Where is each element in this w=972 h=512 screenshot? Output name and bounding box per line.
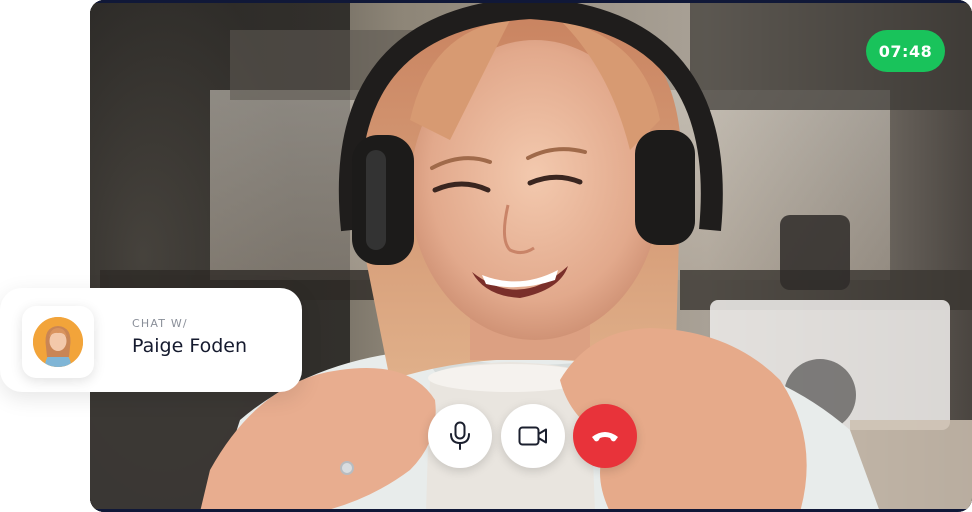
mute-microphone-button[interactable] xyxy=(428,404,492,468)
video-camera-icon xyxy=(518,426,547,446)
chat-caption: CHAT W/ xyxy=(132,317,188,330)
phone-hangup-icon xyxy=(592,432,618,442)
call-controls xyxy=(428,404,638,468)
video-call-screen: 07:48 CHAT W/ Paige Foden xyxy=(0,0,972,512)
toggle-camera-button[interactable] xyxy=(501,404,565,468)
microphone-icon xyxy=(450,421,470,450)
avatar xyxy=(33,317,83,367)
contact-name[interactable]: Paige Foden xyxy=(132,335,247,357)
avatar-container xyxy=(22,306,94,378)
end-call-button[interactable] xyxy=(573,404,637,468)
contact-avatar-image xyxy=(33,317,83,367)
call-timer-badge: 07:48 xyxy=(866,30,945,72)
